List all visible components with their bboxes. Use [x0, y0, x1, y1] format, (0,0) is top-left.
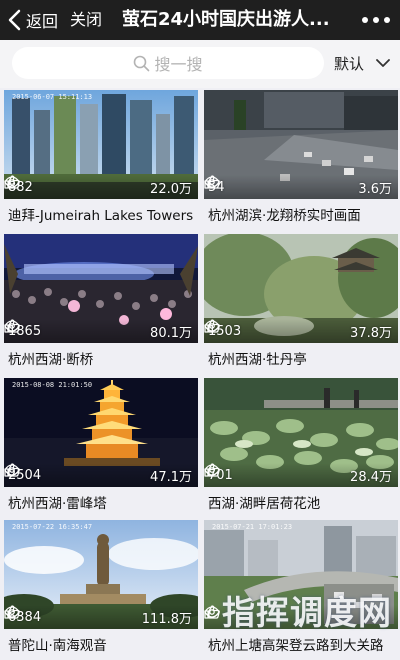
eye-icon: [204, 320, 220, 332]
video-card[interactable]: 2015-07-22 16:35:47 6384 111.8万 普陀山·南海观音: [4, 520, 198, 660]
view-count-value: 111.8万: [141, 611, 192, 627]
chevron-left-icon: [8, 9, 21, 31]
navigation-bar: 返回 关闭 萤石24小时国庆出游人...: [0, 0, 400, 40]
video-title: 普陀山·南海观音: [8, 638, 107, 654]
view-count-value: 37.8万: [350, 325, 392, 341]
video-title: 杭州湖滨·龙翔桥实时画面: [208, 208, 361, 224]
eye-icon: [204, 464, 220, 476]
sort-label: 默认: [334, 54, 365, 73]
view-count-value: 80.1万: [150, 325, 192, 341]
watermark: 指挥调度网: [222, 593, 392, 632]
video-stats: 1503 37.8万: [204, 319, 398, 343]
video-card[interactable]: 54 3.6万 杭州湖滨·龙翔桥实时画面: [204, 90, 398, 232]
search-icon: [134, 55, 150, 71]
video-card[interactable]: 2015-08-08 21:01:50 2504 47.1万 杭州西湖·雷峰塔: [4, 378, 198, 520]
video-thumbnail: 701 28.4万: [204, 378, 398, 487]
video-card[interactable]: 1865 80.1万 杭州西湖·断桥: [4, 234, 198, 376]
page-title: 萤石24小时国庆出游人...: [122, 9, 330, 30]
eye-icon: [204, 176, 220, 188]
search-bar: 搜一搜 默认: [0, 40, 400, 88]
eye-icon: [204, 606, 220, 618]
video-thumbnail: 2015-08-08 21:01:50 2504 47.1万: [4, 378, 198, 487]
view-count: 37.8万: [204, 320, 392, 341]
view-count: 47.1万: [4, 464, 192, 485]
more-dots-icon[interactable]: [362, 0, 390, 40]
view-count: 28.4万: [204, 464, 392, 485]
video-stats: 701 28.4万: [204, 463, 398, 487]
video-thumbnail: 1865 80.1万: [4, 234, 198, 343]
back-label: 返回: [26, 12, 59, 31]
video-thumbnail: 1503 37.8万: [204, 234, 398, 343]
video-timestamp: 2015-08-08 21:01:50: [12, 381, 93, 389]
video-title: 杭州西湖·雷峰塔: [8, 496, 107, 512]
view-count-value: 22.0万: [150, 181, 192, 197]
video-timestamp: 2015-07-21 17:01:23: [212, 523, 293, 531]
view-count: 111.8万: [4, 606, 192, 627]
video-grid: 2015-06-07 15:11:13 882 22.0万 迪拜-Jumeira…: [0, 90, 400, 660]
video-stats: 1865 80.1万: [4, 319, 198, 343]
eye-icon: [4, 606, 20, 618]
view-count-value: 28.4万: [350, 469, 392, 485]
search-placeholder: 搜一搜: [154, 55, 203, 74]
video-card[interactable]: 1503 37.8万 杭州西湖·牡丹亭: [204, 234, 398, 376]
close-button[interactable]: 关闭: [70, 0, 102, 40]
view-count: 3.6万: [204, 176, 392, 197]
eye-icon: [4, 464, 20, 476]
video-title: 迪拜-Jumeirah Lakes Towers: [8, 208, 194, 224]
view-count-value: 47.1万: [150, 469, 192, 485]
video-stats: 882 22.0万: [4, 175, 198, 199]
search-input[interactable]: 搜一搜: [12, 47, 324, 79]
view-count-value: 3.6万: [358, 181, 392, 197]
video-stats: 2504 47.1万: [4, 463, 198, 487]
video-title: 杭州西湖·断桥: [8, 352, 94, 368]
video-title: 西湖·湖畔居荷花池: [208, 496, 321, 512]
view-count: 22.0万: [4, 176, 192, 197]
video-timestamp: 2015-06-07 15:11:13: [12, 93, 93, 101]
eye-icon: [4, 176, 20, 188]
video-thumbnail: 2015-06-07 15:11:13 882 22.0万: [4, 90, 198, 199]
video-title: 杭州西湖·牡丹亭: [208, 352, 307, 368]
video-stats: 6384 111.8万: [4, 605, 198, 629]
video-card[interactable]: 701 28.4万 西湖·湖畔居荷花池: [204, 378, 398, 520]
eye-icon: [4, 320, 20, 332]
video-timestamp: 2015-07-22 16:35:47: [12, 523, 93, 531]
video-stats: 54 3.6万: [204, 175, 398, 199]
video-thumbnail: 54 3.6万: [204, 90, 398, 199]
video-card[interactable]: 2015-06-07 15:11:13 882 22.0万 迪拜-Jumeira…: [4, 90, 198, 232]
back-button[interactable]: 返回: [6, 0, 58, 40]
chevron-down-icon: [376, 59, 390, 67]
view-count: 80.1万: [4, 320, 192, 341]
sort-dropdown[interactable]: 默认: [334, 47, 390, 79]
video-thumbnail: 2015-07-22 16:35:47 6384 111.8万: [4, 520, 198, 629]
video-title: 杭州上塘高架登云路到大关路: [208, 638, 384, 654]
